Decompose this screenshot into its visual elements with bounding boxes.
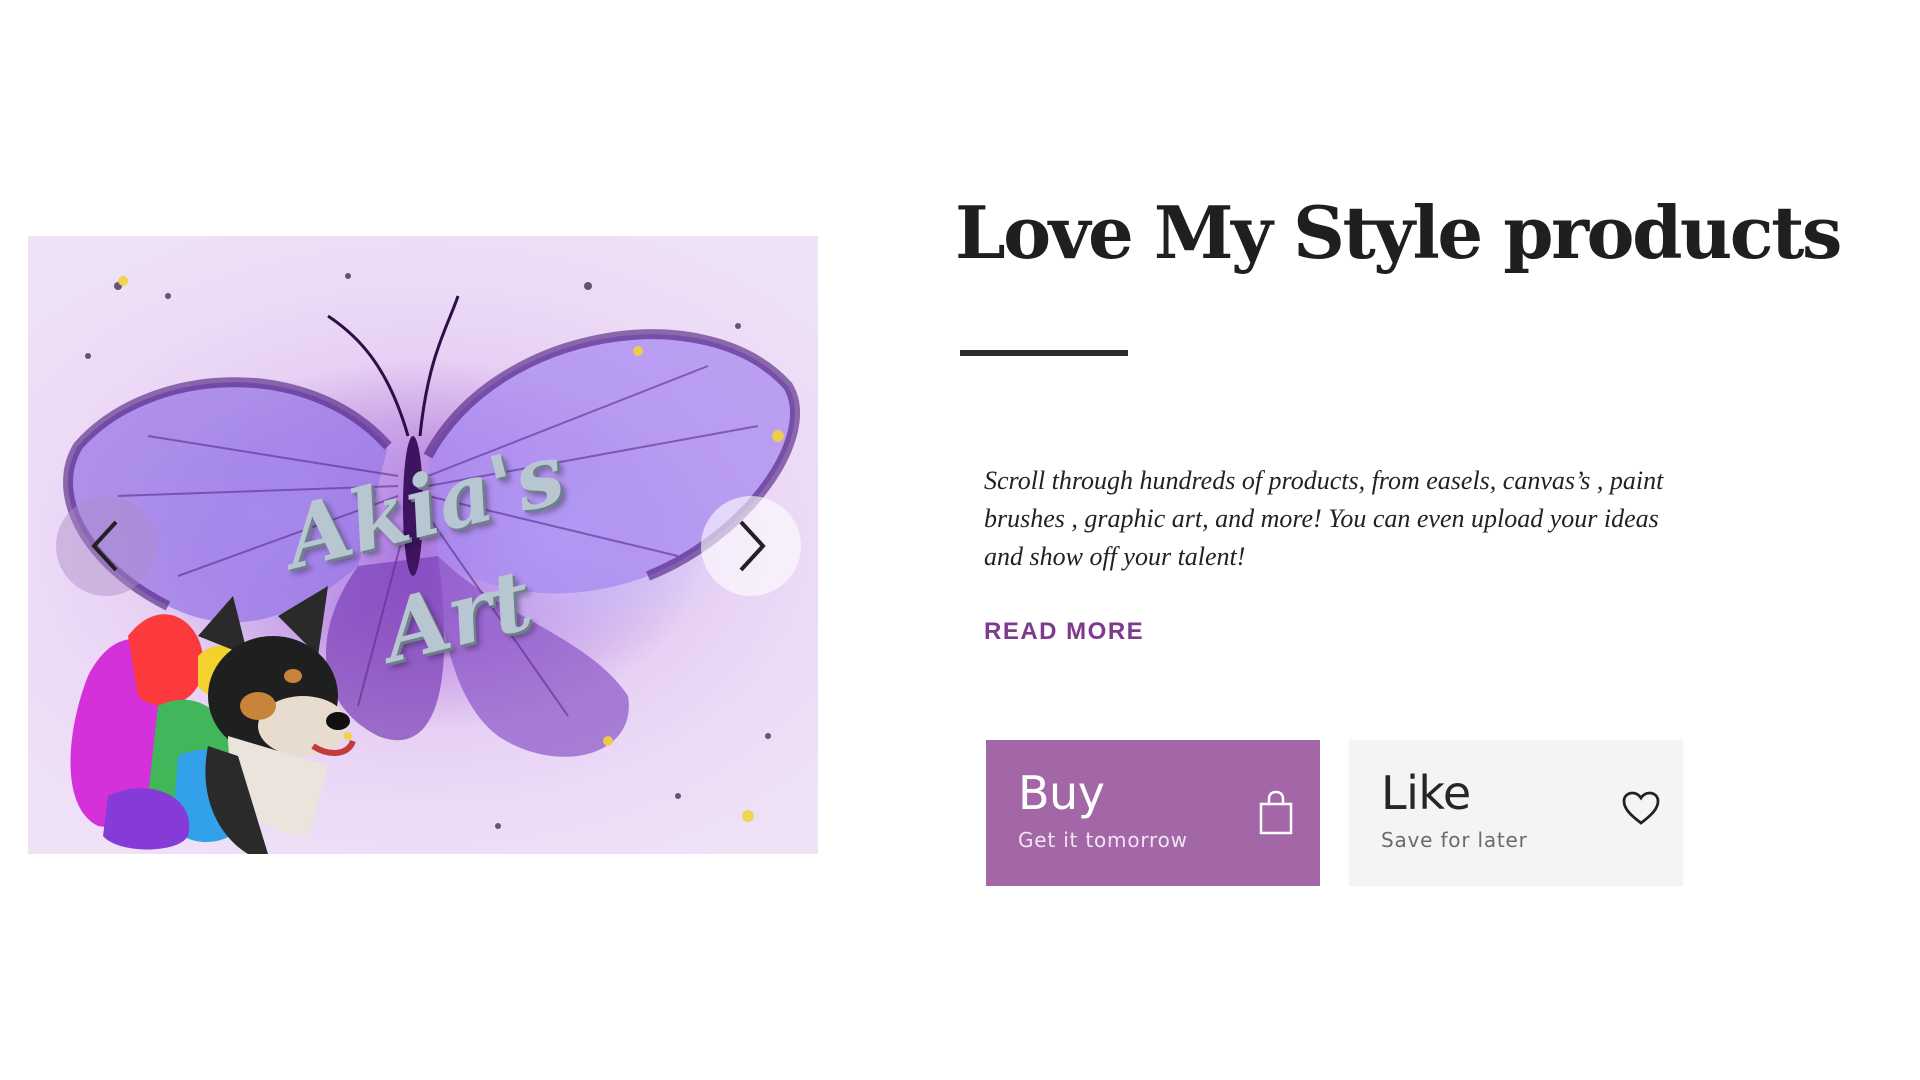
product-image-carousel[interactable]: Akia's Art	[28, 236, 818, 854]
title-divider	[960, 350, 1128, 356]
description-text: Scroll through hundreds of products, fro…	[984, 466, 1664, 571]
like-button[interactable]: Like Save for later	[1349, 740, 1683, 886]
page-title: Love My Style products	[955, 190, 1842, 275]
read-more-link[interactable]: READ MORE	[984, 618, 1144, 646]
like-subtitle: Save for later	[1381, 828, 1528, 852]
chevron-left-icon	[91, 520, 118, 572]
heart-icon	[1622, 791, 1660, 825]
buy-subtitle: Get it tomorrow	[1018, 828, 1188, 852]
chevron-right-icon	[739, 520, 766, 572]
buy-button[interactable]: Buy Get it tomorrow	[986, 740, 1320, 886]
carousel-next-button[interactable]	[701, 496, 801, 596]
shopping-bag-icon	[1259, 790, 1293, 835]
buy-title: Buy	[1018, 766, 1105, 820]
like-title: Like	[1381, 766, 1471, 820]
carousel-prev-button[interactable]	[56, 496, 156, 596]
